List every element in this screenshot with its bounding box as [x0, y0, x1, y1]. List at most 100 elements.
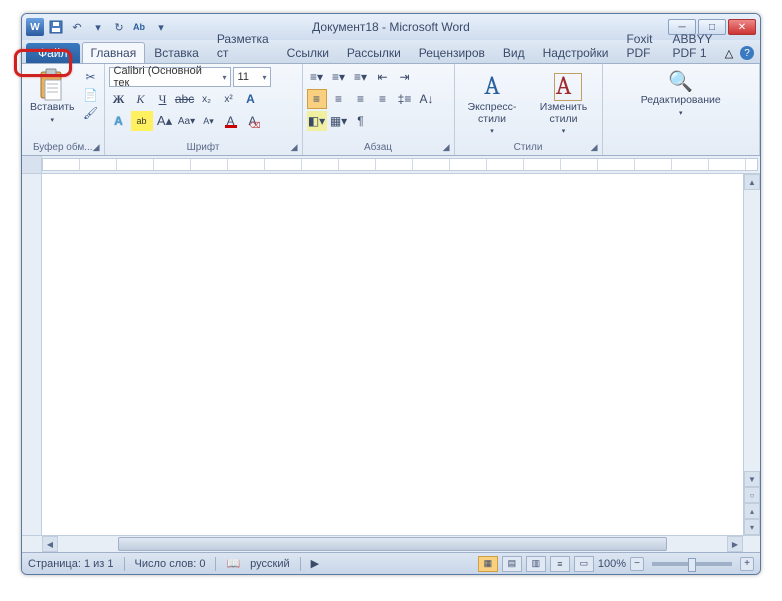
- save-icon[interactable]: [47, 18, 65, 36]
- tab-abbyy[interactable]: ABBYY PDF 1: [663, 28, 722, 63]
- scroll-right-icon[interactable]: ▶: [727, 536, 743, 552]
- outline-view-button[interactable]: ≡: [550, 556, 570, 572]
- text-outline-button[interactable]: A: [109, 111, 129, 131]
- format-painter-icon[interactable]: 🖌: [82, 105, 100, 121]
- align-right-button[interactable]: ≡: [351, 89, 371, 109]
- language-status[interactable]: русский: [250, 558, 289, 570]
- numbering-button[interactable]: ≡▾: [329, 67, 349, 87]
- paste-label: Вставить▾: [30, 102, 75, 125]
- font-color-button[interactable]: A: [221, 111, 241, 131]
- text-effects-button[interactable]: A: [241, 89, 261, 109]
- cut-icon[interactable]: ✂: [82, 69, 100, 85]
- tab-layout[interactable]: Разметка ст: [208, 28, 278, 63]
- ruler-scale[interactable]: [42, 158, 758, 171]
- word-count-status[interactable]: Число слов: 0: [135, 558, 206, 570]
- font-name-combo[interactable]: Calibri (Основной тек: [109, 67, 231, 87]
- page-status[interactable]: Страница: 1 из 1: [28, 558, 114, 570]
- styles-group-label: Стили◢: [459, 141, 598, 153]
- clipboard-launcher-icon[interactable]: ◢: [93, 142, 100, 153]
- clipboard-group-label: Буфер обм...◢: [26, 141, 100, 153]
- document-page[interactable]: [42, 174, 743, 535]
- strikethrough-button[interactable]: abc: [175, 89, 195, 109]
- paragraph-group-label: Абзац◢: [307, 141, 450, 153]
- zoom-slider[interactable]: [652, 562, 732, 566]
- borders-button[interactable]: ▦▾: [329, 111, 349, 131]
- horizontal-scrollbar[interactable]: ◀ ▶: [22, 535, 760, 552]
- hscroll-track[interactable]: [58, 536, 727, 552]
- show-marks-button[interactable]: ¶: [351, 111, 371, 131]
- underline-button[interactable]: Ч: [153, 89, 173, 109]
- tab-foxit[interactable]: Foxit PDF: [617, 28, 663, 63]
- close-button[interactable]: ✕: [728, 19, 756, 35]
- line-spacing-button[interactable]: ‡≡: [395, 89, 415, 109]
- increase-indent-button[interactable]: ⇥: [395, 67, 415, 87]
- vertical-scrollbar[interactable]: ▲ ▼ ○ ▴ ▾: [743, 174, 760, 535]
- editing-button[interactable]: 🔍 Редактирование▾: [637, 67, 725, 120]
- undo-icon[interactable]: ↶: [68, 18, 86, 36]
- tab-review[interactable]: Рецензиров: [410, 42, 494, 63]
- tab-references[interactable]: Ссылки: [278, 42, 338, 63]
- font-size-combo[interactable]: 11: [233, 67, 271, 87]
- tab-home[interactable]: Главная: [82, 42, 146, 63]
- grow-font-button[interactable]: A▴: [155, 111, 175, 131]
- justify-button[interactable]: ≡: [373, 89, 393, 109]
- draft-view-button[interactable]: ▭: [574, 556, 594, 572]
- tab-addins[interactable]: Надстройки: [534, 42, 618, 63]
- status-bar: Страница: 1 из 1 Число слов: 0 📖 русский…: [22, 552, 760, 574]
- sort-button[interactable]: A↓: [417, 89, 437, 109]
- change-styles-button[interactable]: A Изменить стили▾: [529, 69, 597, 139]
- tab-insert[interactable]: Вставка: [145, 42, 208, 63]
- bold-button[interactable]: Ж: [109, 89, 129, 109]
- scroll-up-icon[interactable]: ▲: [744, 174, 760, 190]
- clipboard-icon: [36, 69, 68, 101]
- bullets-button[interactable]: ≡▾: [307, 67, 327, 87]
- editing-group-label: [607, 141, 755, 153]
- quick-styles-button[interactable]: A Экспресс-стили▾: [459, 69, 526, 139]
- qat-dropdown-icon[interactable]: ▾: [152, 18, 170, 36]
- word-app-icon[interactable]: W: [26, 18, 44, 36]
- shading-button[interactable]: ◧▾: [307, 111, 327, 131]
- browse-object-icon[interactable]: ○: [744, 487, 760, 503]
- clear-formatting-button[interactable]: A⌫: [243, 111, 263, 131]
- multilevel-button[interactable]: ≡▾: [351, 67, 371, 87]
- tab-mailings[interactable]: Рассылки: [338, 42, 410, 63]
- proofing-icon[interactable]: 📖: [226, 557, 240, 570]
- hscroll-thumb[interactable]: [118, 537, 667, 551]
- subscript-button[interactable]: x₂: [197, 89, 217, 109]
- zoom-level[interactable]: 100%: [598, 558, 626, 570]
- paste-button[interactable]: Вставить▾: [26, 67, 79, 127]
- change-case-button[interactable]: Aa▾: [177, 111, 197, 131]
- styles-launcher-icon[interactable]: ◢: [591, 142, 598, 153]
- find-replace-icon[interactable]: Ab: [131, 18, 149, 36]
- zoom-out-button[interactable]: −: [630, 557, 644, 571]
- font-launcher-icon[interactable]: ◢: [291, 142, 298, 153]
- macro-status-icon[interactable]: ▶: [311, 557, 319, 570]
- align-left-button[interactable]: ≡: [307, 89, 327, 109]
- web-view-button[interactable]: ▥: [526, 556, 546, 572]
- paragraph-launcher-icon[interactable]: ◢: [443, 142, 450, 153]
- italic-button[interactable]: К: [131, 89, 151, 109]
- vscroll-track[interactable]: [744, 190, 760, 471]
- file-tab[interactable]: Файл: [26, 43, 80, 63]
- superscript-button[interactable]: x²: [219, 89, 239, 109]
- vertical-ruler[interactable]: [22, 174, 42, 535]
- scroll-down-icon[interactable]: ▼: [744, 471, 760, 487]
- next-page-icon[interactable]: ▾: [744, 519, 760, 535]
- highlight-button[interactable]: [131, 111, 153, 131]
- help-icon[interactable]: ?: [740, 46, 754, 60]
- copy-icon[interactable]: 📄: [82, 87, 100, 103]
- ribbon: Вставить▾ ✂ 📄 🖌 Буфер обм...◢ Calibri (О…: [22, 64, 760, 156]
- redo-icon[interactable]: ↻: [110, 18, 128, 36]
- group-font: Calibri (Основной тек 11 Ж К Ч abc x₂ x²…: [105, 64, 303, 155]
- scroll-left-icon[interactable]: ◀: [42, 536, 58, 552]
- prev-page-icon[interactable]: ▴: [744, 503, 760, 519]
- zoom-in-button[interactable]: +: [740, 557, 754, 571]
- horizontal-ruler[interactable]: [22, 156, 760, 174]
- align-center-button[interactable]: ≡: [329, 89, 349, 109]
- tab-view[interactable]: Вид: [494, 42, 534, 63]
- shrink-font-button[interactable]: A▾: [199, 111, 219, 131]
- decrease-indent-button[interactable]: ⇤: [373, 67, 393, 87]
- minimize-ribbon-icon[interactable]: △: [722, 46, 736, 60]
- print-layout-view-button[interactable]: ▦: [478, 556, 498, 572]
- fullscreen-view-button[interactable]: ▤: [502, 556, 522, 572]
